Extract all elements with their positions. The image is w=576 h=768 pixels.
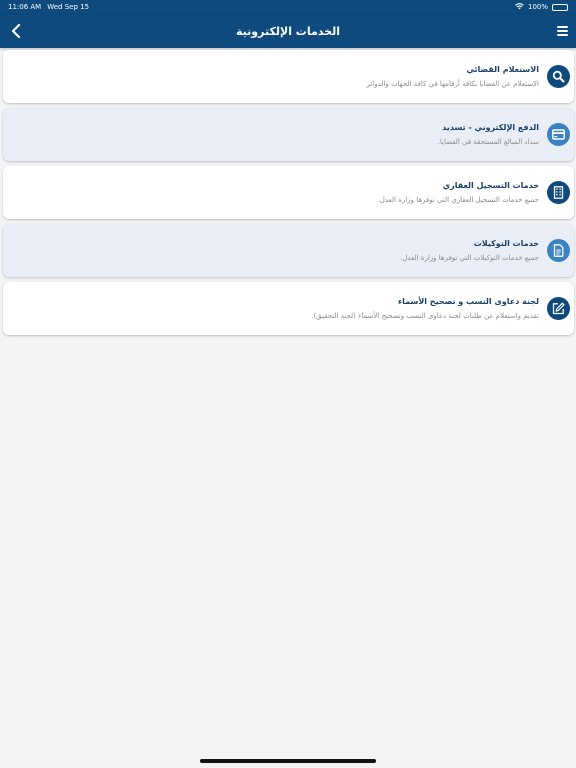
status-date: Wed Sep 15 [47,3,90,11]
menu-button[interactable] [554,22,570,40]
chevron-left-icon [11,24,21,38]
hamburger-icon-line [556,34,568,36]
nav-bar: الخدمات الإلكترونية [0,14,576,48]
edit-icon [547,297,570,320]
card-text: الدفع الإلكتروني - تسديد سداد المبالغ ال… [3,123,547,146]
card-text: الاستعلام القضائي الاستعلام عن القضايا ب… [3,65,547,88]
hamburger-icon-line [556,26,568,28]
service-card-e-payment[interactable]: الدفع الإلكتروني - تسديد سداد المبالغ ال… [3,108,574,161]
card-description: جميع خدمات التوكيلات التي توفرها وزارة ا… [400,254,539,262]
card-text: لجنة دعاوى النسب و تصحيح الأسماء تقديم و… [3,297,547,320]
battery-icon [552,3,568,11]
document-icon [547,239,570,262]
card-title: الدفع الإلكتروني - تسديد [442,123,539,132]
card-title: خدمات التسجيل العقاري [442,181,539,190]
search-icon [547,65,570,88]
service-card-lineage-claims[interactable]: لجنة دعاوى النسب و تصحيح الأسماء تقديم و… [3,282,574,335]
status-time: 11:06 AM [8,3,42,11]
card-title: خدمات التوكيلات [473,239,539,248]
building-icon [547,181,570,204]
card-text: خدمات التوكيلات جميع خدمات التوكيلات الت… [3,239,547,262]
status-left: 11:06 AM Wed Sep 15 [8,3,89,11]
card-description: الاستعلام عن القضايا بكافة أرقامها في كا… [366,80,539,88]
credit-card-icon [547,123,570,146]
service-card-power-of-attorney[interactable]: خدمات التوكيلات جميع خدمات التوكيلات الت… [3,224,574,277]
wifi-icon [515,2,524,12]
home-indicator[interactable] [200,759,376,763]
card-text: خدمات التسجيل العقاري جميع خدمات التسجيل… [3,181,547,204]
hamburger-icon-line [556,30,568,32]
battery-percent: 100% [527,3,548,11]
card-title: الاستعلام القضائي [466,65,539,74]
back-button[interactable] [6,21,26,41]
status-bar: 11:06 AM Wed Sep 15 100% [0,0,576,14]
service-card-judicial-inquiry[interactable]: الاستعلام القضائي الاستعلام عن القضايا ب… [3,50,574,103]
card-description: جميع خدمات التسجيل العقاري التي توفرها و… [377,196,539,204]
service-card-real-estate[interactable]: خدمات التسجيل العقاري جميع خدمات التسجيل… [3,166,574,219]
services-list: الاستعلام القضائي الاستعلام عن القضايا ب… [3,50,574,340]
page-title: الخدمات الإلكترونية [236,24,340,38]
card-description: تقديم واستعلام عن طلبات لجنة دعاوى النسب… [311,312,539,320]
card-title: لجنة دعاوى النسب و تصحيح الأسماء [398,297,539,306]
status-right: 100% [515,2,568,12]
card-description: سداد المبالغ المستحقة في القضايا. [437,138,539,146]
